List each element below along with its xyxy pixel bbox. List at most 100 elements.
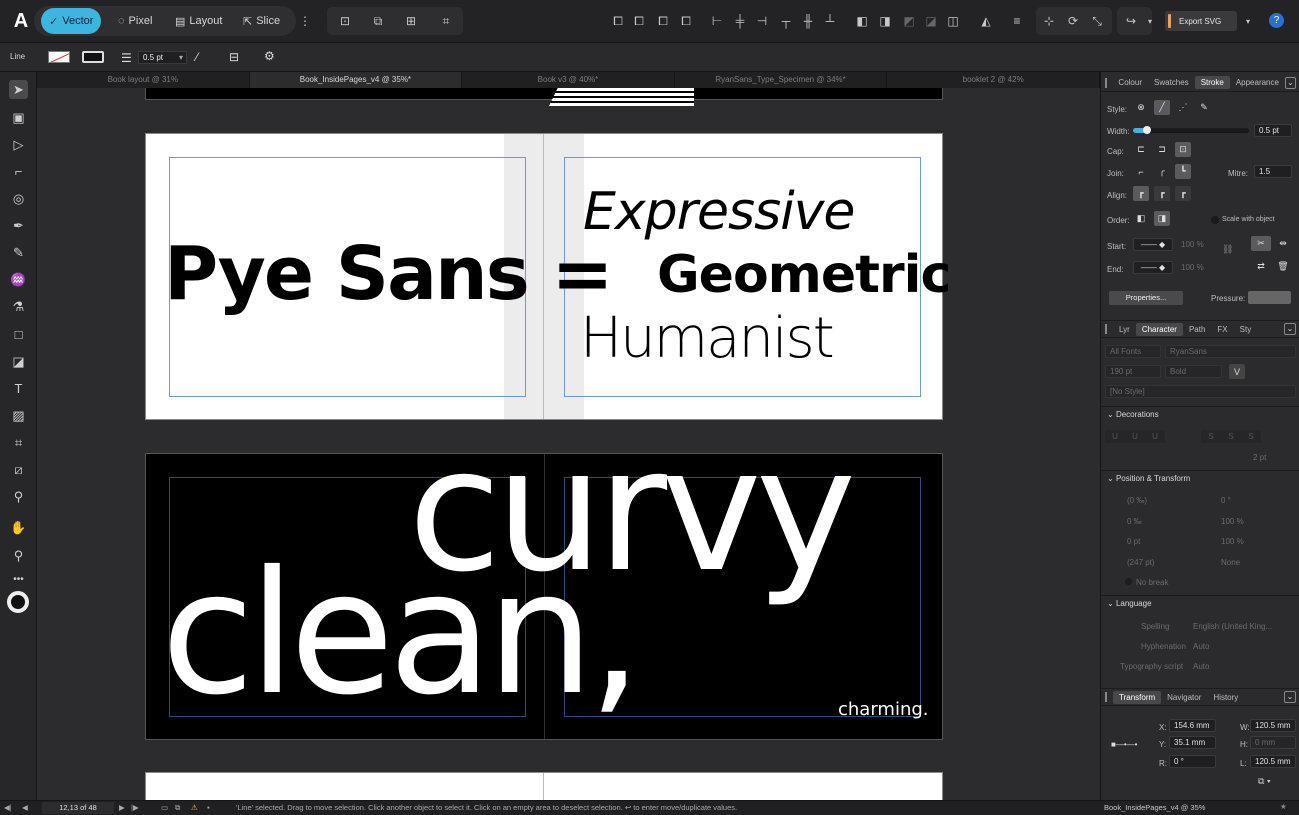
hand-tool-icon[interactable]: ✋ xyxy=(9,518,28,537)
dash-stroke-icon[interactable]: ⋰ xyxy=(1175,100,1191,115)
arrow-tip-icon[interactable]: ⇹ xyxy=(1275,236,1291,251)
tab-swatches[interactable]: Swatches xyxy=(1148,76,1195,89)
trash-icon[interactable]: 🗑 xyxy=(1275,259,1291,274)
align-middle-icon[interactable]: ╫ xyxy=(799,12,817,30)
contour-tool-icon[interactable]: ◎ xyxy=(9,189,28,208)
word-humanist[interactable]: Humanist xyxy=(580,311,835,367)
font-size-field[interactable]: 190 pt xyxy=(1105,365,1161,378)
move-tool-icon[interactable]: ➤ xyxy=(9,80,28,99)
white-spread[interactable]: Pye Sans = Expressive Geometric Humanist xyxy=(145,133,951,420)
start-scale-field[interactable]: 100 % xyxy=(1176,238,1216,251)
baseline-field[interactable]: 0 pt xyxy=(1127,537,1140,546)
strikethrough-buttons[interactable]: SSS xyxy=(1201,430,1261,443)
underline-buttons[interactable]: UUU xyxy=(1105,430,1165,443)
persona-pixel[interactable]: ◌ Pixel xyxy=(110,8,160,34)
tab-book-layout[interactable]: Book layout @ 31% xyxy=(37,72,250,88)
align-bottom-icon[interactable]: ┴ xyxy=(821,12,839,30)
swap-icon[interactable]: ⇄ xyxy=(1253,259,1269,274)
scale-checkbox[interactable] xyxy=(1211,216,1219,224)
subtract-icon[interactable]: ◨ xyxy=(876,12,894,30)
solid-stroke-icon[interactable]: ╱ xyxy=(1154,100,1170,115)
arrange-back-icon[interactable]: ⧠ xyxy=(677,12,695,30)
x-field[interactable]: 154.6 mm xyxy=(1169,719,1216,732)
w-field[interactable]: 120.5 mm xyxy=(1250,719,1296,732)
crop-tool-icon[interactable]: ⌗ xyxy=(9,433,28,452)
app-logo[interactable]: A xyxy=(10,10,32,32)
page-view-icon[interactable]: ▭ xyxy=(161,803,168,812)
spread-view-icon[interactable]: ⧉ xyxy=(175,803,180,813)
bevel-join-icon[interactable]: ┗ xyxy=(1175,164,1191,179)
link-icon[interactable]: ⛓ xyxy=(1222,244,1233,255)
language-header[interactable]: ⌄ Language xyxy=(1101,595,1299,611)
width-slider-thumb[interactable] xyxy=(1143,126,1151,134)
word-charming[interactable]: charming. xyxy=(838,701,929,719)
artboard-tool-icon[interactable]: ▣ xyxy=(9,108,28,127)
xor-icon[interactable]: ◪ xyxy=(922,12,940,30)
fill-swatch[interactable] xyxy=(48,51,70,63)
text-style-select[interactable]: [No Style] xyxy=(1105,385,1296,398)
typography-script-select[interactable]: Auto xyxy=(1193,662,1209,671)
node-tool-icon[interactable]: ▷ xyxy=(9,135,28,154)
next-page-icon[interactable]: ▶ xyxy=(119,803,125,812)
divide-icon[interactable]: ◫ xyxy=(944,12,962,30)
transform-options-icon[interactable]: ⧉ ▾ xyxy=(1258,776,1271,787)
distribute-icon[interactable]: ≡ xyxy=(1008,12,1026,30)
align-right-icon[interactable]: ⊣ xyxy=(753,12,771,30)
tab-transform[interactable]: Transform xyxy=(1113,690,1162,704)
zoom-tool-icon[interactable]: ⚲ xyxy=(9,546,28,565)
more-tools-icon[interactable]: ••• xyxy=(9,570,28,589)
persona-layout[interactable]: ▤ Layout xyxy=(167,8,230,34)
stroke-lines-icon[interactable]: ☰ xyxy=(121,51,132,65)
width-slider[interactable] xyxy=(1133,126,1249,134)
font-collection-select[interactable]: All Fonts xyxy=(1105,345,1161,358)
stroke-width-field[interactable]: 0.5 pt ▾ xyxy=(138,51,187,64)
tab-book-v3[interactable]: Book v3 @ 40%* xyxy=(462,72,675,88)
variable-font-icon[interactable]: V xyxy=(1229,364,1245,379)
export-button[interactable]: Export SVG xyxy=(1165,11,1237,31)
assistant-chevron-icon[interactable]: ▾ xyxy=(1141,12,1159,30)
vector-brush-icon[interactable]: ♒ xyxy=(9,270,28,289)
miter-join-icon[interactable]: ⌐ xyxy=(1133,164,1149,179)
color-picker-icon[interactable]: ⚲ xyxy=(9,487,28,506)
tracking-field[interactable]: 0 ‰ xyxy=(1127,517,1142,526)
canvas[interactable]: Pye Sans = Expressive Geometric Humanist… xyxy=(37,88,1100,800)
persona-slice[interactable]: ⇱ Slice xyxy=(235,8,288,34)
help-icon[interactable]: ? xyxy=(1269,13,1284,28)
tab-appearance[interactable]: Appearance xyxy=(1230,76,1285,89)
stroke-swatch[interactable] xyxy=(82,51,104,63)
r-field[interactable]: 0 ° xyxy=(1169,755,1216,768)
transform-origin-icon[interactable]: ⊹ xyxy=(1040,12,1058,30)
h-field[interactable]: 0 mm xyxy=(1250,736,1296,749)
tab-character[interactable]: Character xyxy=(1135,322,1183,336)
swap-arrows-icon[interactable]: ✂ xyxy=(1251,236,1271,251)
black-spread[interactable]: curvy clean, charming. xyxy=(145,453,943,740)
word-clean[interactable]: clean, xyxy=(161,549,642,719)
no-stroke-icon[interactable]: ⊗ xyxy=(1133,100,1149,115)
transparency-tool-icon[interactable]: ⧄ xyxy=(9,460,28,479)
align-inside-icon[interactable]: ┏ xyxy=(1133,186,1149,201)
gear-icon[interactable]: ⚙ xyxy=(264,49,275,63)
stroke-front-icon[interactable]: ◨ xyxy=(1154,211,1170,226)
panel-collapse-icon[interactable]: ⌄ xyxy=(1284,323,1296,335)
panel-collapse-icon[interactable]: ⌄ xyxy=(1284,691,1296,703)
arrange-front-icon[interactable]: ⧠ xyxy=(609,12,627,30)
rotate-icon[interactable]: ⟳ xyxy=(1064,12,1082,30)
tab-stroke[interactable]: Stroke xyxy=(1194,76,1230,89)
l-field[interactable]: 120.5 mm xyxy=(1250,755,1296,768)
add-icon[interactable]: ◧ xyxy=(853,12,871,30)
leading-field[interactable]: (247 pt) xyxy=(1127,558,1155,567)
first-page-icon[interactable]: ◀| xyxy=(4,803,12,812)
round-cap-icon[interactable]: ⊐ xyxy=(1154,142,1170,157)
hyphenation-select[interactable]: Auto xyxy=(1193,642,1209,651)
shear-field[interactable]: 0 ° xyxy=(1221,496,1231,505)
pressure-icon[interactable]: ⁄ xyxy=(196,50,198,64)
headline-pye-sans[interactable]: Pye Sans = xyxy=(164,237,614,311)
width-field[interactable]: 0.5 pt xyxy=(1254,124,1292,137)
align-left-icon[interactable]: ⊢ xyxy=(708,12,726,30)
kerning-field[interactable]: (0 ‰) xyxy=(1127,496,1147,505)
pen-tool-icon[interactable]: ✒ xyxy=(9,216,28,235)
prev-page-icon[interactable]: ◀ xyxy=(22,803,28,812)
y-field[interactable]: 35.1 mm xyxy=(1169,736,1216,749)
typography-field[interactable]: None xyxy=(1221,558,1240,567)
wrap-settings-icon[interactable]: ⊟ xyxy=(229,50,239,64)
